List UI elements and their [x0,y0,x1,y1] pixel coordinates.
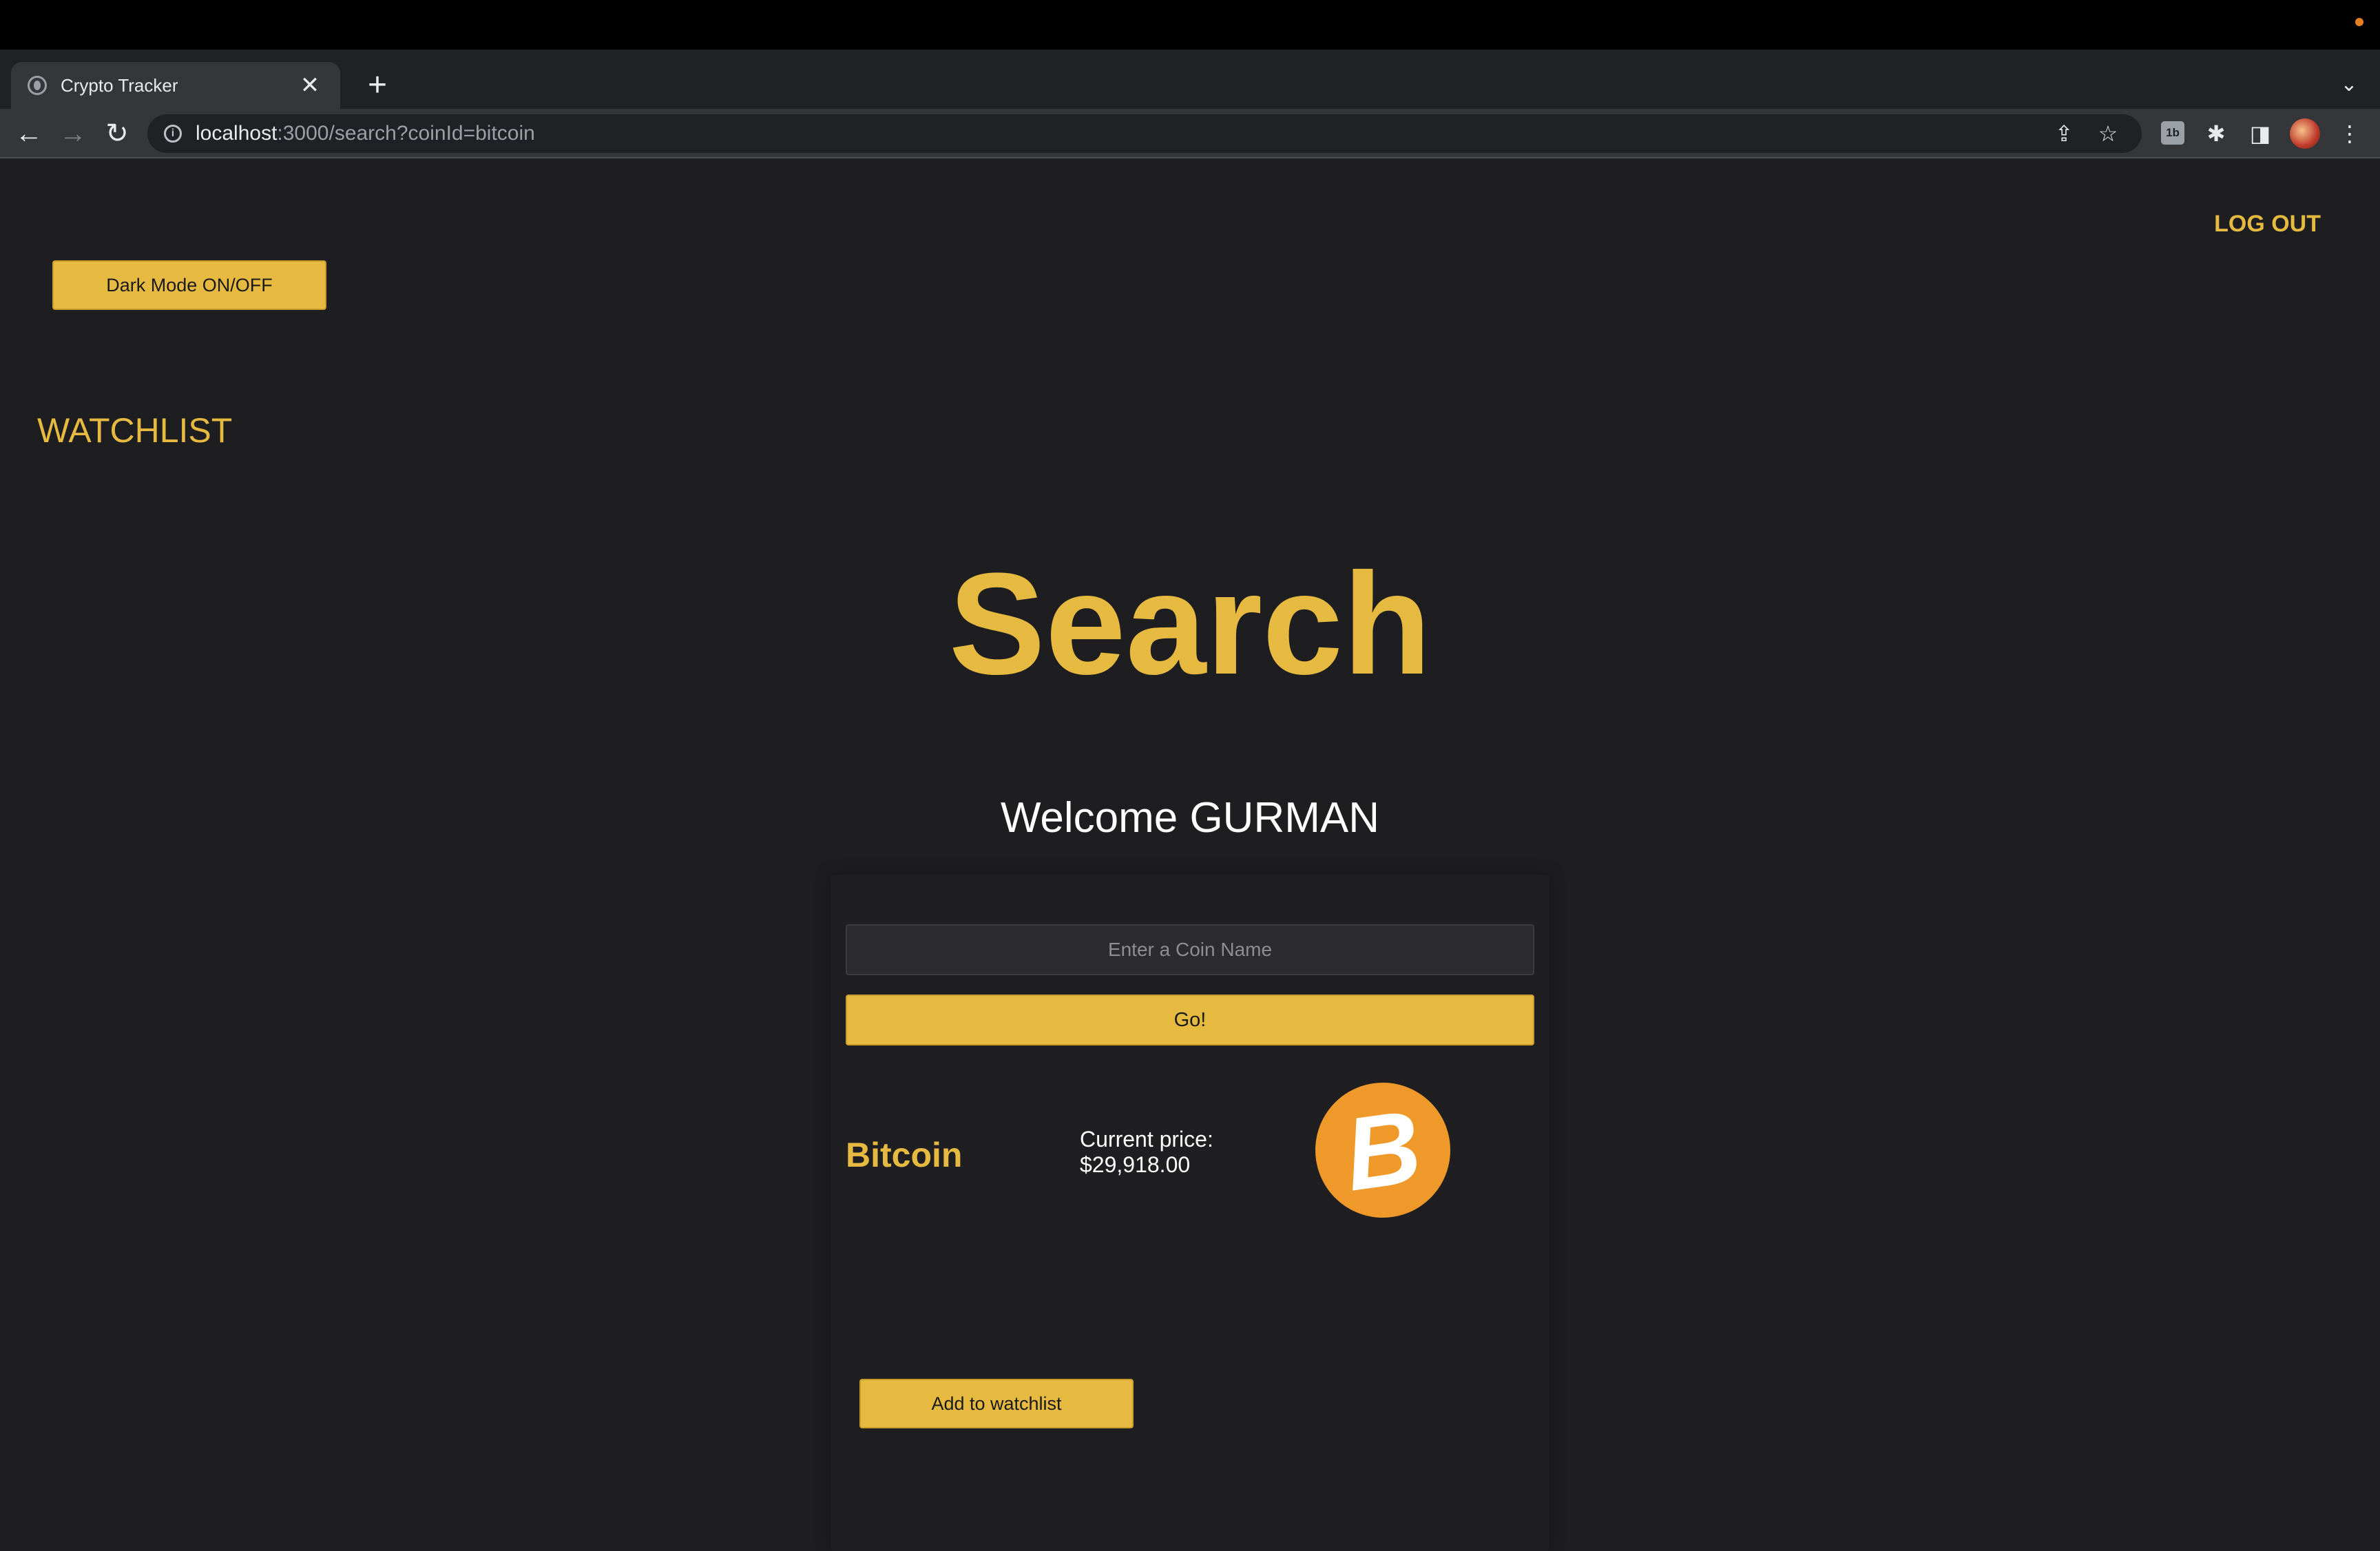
forward-button[interactable]: → [54,114,92,153]
kebab-menu-icon[interactable]: ⋮ [2332,116,2368,152]
url-text[interactable]: localhost:3000/search?coinId=bitcoin [196,122,2037,145]
share-icon[interactable]: ⇪ [2047,116,2081,151]
extension-icon[interactable]: 1b [2161,121,2184,145]
page-content: LOG OUT Dark Mode ON/OFF WATCHLIST Searc… [0,160,2380,1551]
coin-name: Bitcoin [846,1136,963,1174]
back-button[interactable]: ← [10,114,48,153]
add-to-watchlist-button[interactable]: Add to watchlist [859,1379,1134,1428]
chevron-down-icon[interactable]: ⌄ [2332,67,2366,102]
tab-title: Crypto Tracker [61,74,178,96]
reload-button[interactable]: ↻ [98,114,136,153]
logout-button[interactable]: LOG OUT [2214,211,2321,238]
coin-search-input[interactable] [846,924,1534,975]
globe-icon [28,76,47,95]
price-value: $29,918.00 [1080,1152,1191,1177]
recording-indicator-icon [2355,18,2363,26]
watchlist-link[interactable]: WATCHLIST [37,410,232,450]
info-icon[interactable]: i [164,125,182,143]
page-title: Search [948,543,1432,705]
go-button[interactable]: Go! [846,995,1534,1045]
star-icon[interactable]: ☆ [2091,116,2125,151]
puzzle-icon[interactable]: ✱ [2198,116,2234,152]
welcome-message: Welcome GURMAN [1000,794,1380,842]
search-panel: Go! Bitcoin Current price: $29,918.00 B … [831,875,1549,1551]
browser-tab-strip: Crypto Tracker ✕ + ⌄ [0,50,2380,109]
close-icon[interactable]: ✕ [296,74,324,97]
bitcoin-logo-icon: B [1306,1074,1459,1227]
side-panel-icon[interactable]: ◨ [2242,116,2278,152]
os-menu-bar [0,0,2380,50]
address-bar[interactable]: i localhost:3000/search?coinId=bitcoin ⇪… [147,114,2142,153]
browser-tab[interactable]: Crypto Tracker ✕ [11,62,340,109]
dark-mode-toggle-button[interactable]: Dark Mode ON/OFF [52,260,326,310]
browser-toolbar: ← → ↻ i localhost:3000/search?coinId=bit… [0,109,2380,158]
new-tab-button[interactable]: + [357,65,398,106]
price-label: Current price: [1080,1127,1213,1152]
profile-avatar[interactable] [2290,118,2320,149]
